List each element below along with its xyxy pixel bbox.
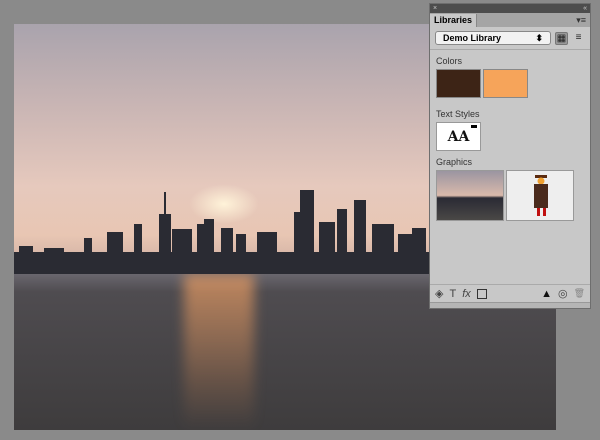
add-text-style-icon[interactable]: T — [449, 288, 456, 300]
text-style-thumbnail[interactable]: AA — [436, 122, 481, 151]
resize-grip[interactable] — [430, 302, 590, 308]
creative-cloud-icon[interactable]: ◎ — [558, 287, 568, 300]
panel-menu-icon[interactable]: ▾≡ — [576, 15, 590, 26]
add-fill-icon[interactable]: ◈ — [435, 287, 443, 300]
panel-titlebar: × « — [430, 4, 590, 13]
text-style-sample: AA — [447, 129, 470, 145]
section-text-styles-label: Text Styles — [436, 109, 480, 119]
add-graphic-icon[interactable] — [476, 288, 487, 299]
tab-libraries[interactable]: Libraries — [430, 14, 478, 27]
close-icon[interactable]: × — [433, 4, 437, 13]
libraries-panel: × « Libraries ▾≡ Demo Library ⬍ ▦ ≡ Colo… — [429, 3, 591, 309]
trash-icon[interactable]: 🗑 — [574, 288, 585, 299]
panel-footer-toolbar: ◈ T fx ▲ ◎ 🗑 — [430, 284, 590, 302]
grid-view-icon[interactable]: ▦ — [555, 31, 568, 45]
color-swatch-orange[interactable] — [483, 69, 528, 98]
list-view-icon[interactable]: ≡ — [572, 32, 585, 45]
section-graphics-label: Graphics — [436, 157, 473, 167]
collapse-icon[interactable]: « — [583, 4, 587, 13]
graphic-thumbnail-cowboy[interactable] — [506, 170, 574, 221]
add-layer-style-icon[interactable]: fx — [462, 288, 471, 300]
section-colors-label: Colors — [436, 56, 463, 66]
select-arrow-icon: ⬍ — [535, 33, 543, 43]
library-select[interactable]: Demo Library ⬍ — [435, 31, 551, 45]
library-select-value: Demo Library — [443, 33, 502, 43]
warning-icon[interactable]: ▲ — [541, 288, 552, 300]
graphic-thumbnail-skyline[interactable] — [436, 170, 504, 221]
color-swatch-dark-brown[interactable] — [436, 69, 481, 98]
sun-reflection — [184, 274, 254, 430]
